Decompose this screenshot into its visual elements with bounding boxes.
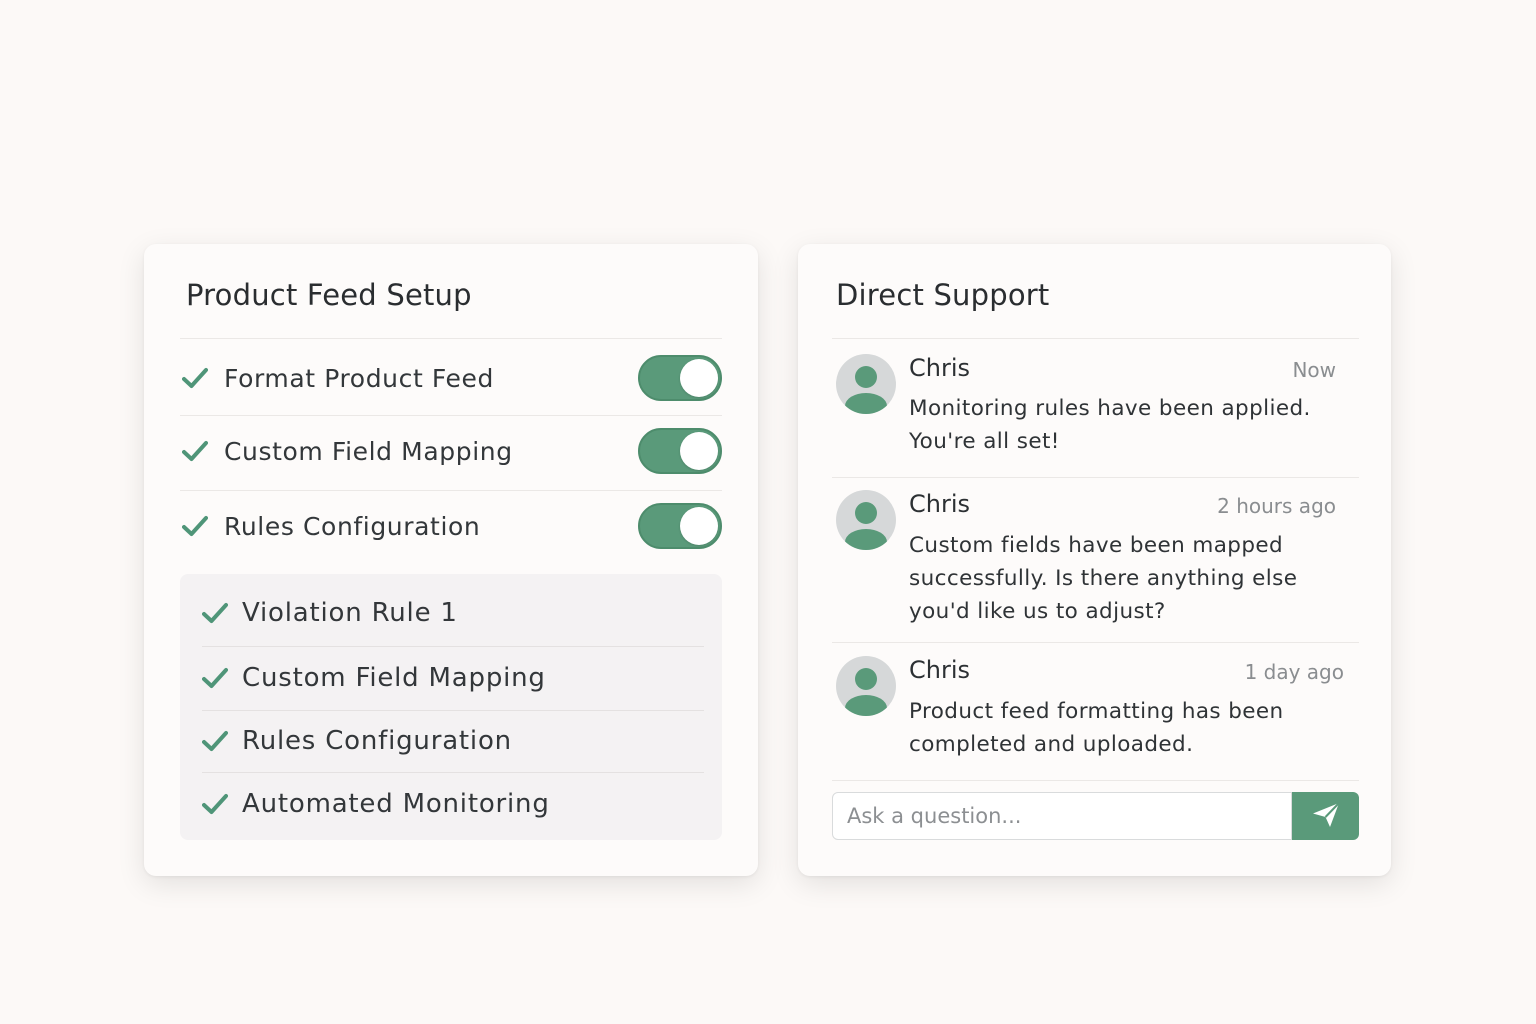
- divider: [832, 642, 1359, 643]
- message-sender: Chris: [909, 354, 971, 382]
- subitem-automated-monitoring: Automated Monitoring: [200, 773, 704, 835]
- setup-title: Product Feed Setup: [186, 278, 472, 312]
- check-icon: [180, 511, 210, 541]
- toggle-knob: [680, 432, 718, 470]
- divider: [832, 780, 1359, 781]
- user-avatar-icon: [836, 354, 896, 414]
- chat-message: Chris 1 day ago Product feed formatting …: [834, 656, 1358, 766]
- check-icon: [200, 598, 230, 628]
- message-time: 1 day ago: [1244, 660, 1344, 684]
- message-time: Now: [1292, 358, 1336, 382]
- question-input[interactable]: [833, 793, 1291, 839]
- check-icon: [180, 436, 210, 466]
- message-sender: Chris: [909, 490, 971, 518]
- message-sender: Chris: [909, 656, 971, 684]
- user-avatar-icon: [836, 490, 896, 550]
- subitem-rules-configuration: Rules Configuration: [200, 710, 704, 772]
- message-time: 2 hours ago: [1217, 494, 1336, 518]
- custom-field-mapping-toggle[interactable]: [638, 428, 722, 474]
- subitem-label: Automated Monitoring: [242, 789, 550, 819]
- subitem-label: Rules Configuration: [242, 726, 512, 756]
- message-text: Custom fields have been mapped successfu…: [909, 533, 1298, 624]
- setup-item-label: Format Product Feed: [224, 363, 494, 393]
- divider: [180, 338, 722, 339]
- setup-item-label: Rules Configuration: [224, 511, 481, 541]
- chat-message: Chris 2 hours ago Custom fields have bee…: [834, 490, 1358, 630]
- divider: [832, 338, 1359, 339]
- check-icon: [200, 726, 230, 756]
- direct-support-card: Direct Support Chris Now Monitoring rule…: [798, 244, 1391, 876]
- toggle-knob: [680, 507, 718, 545]
- setup-item-custom-field-mapping: Custom Field Mapping: [180, 414, 722, 488]
- setup-item-label: Custom Field Mapping: [224, 436, 513, 466]
- chat-message: Chris Now Monitoring rules have been app…: [834, 354, 1358, 464]
- user-avatar-icon: [836, 656, 896, 716]
- subitem-violation-rule-1: Violation Rule 1: [200, 582, 704, 644]
- message-text: Product feed formatting has been complet…: [909, 699, 1284, 757]
- toggle-knob: [680, 359, 718, 397]
- check-icon: [200, 663, 230, 693]
- check-icon: [180, 363, 210, 393]
- check-icon: [200, 789, 230, 819]
- setup-item-format-product-feed: Format Product Feed: [180, 341, 722, 415]
- format-product-feed-toggle[interactable]: [638, 355, 722, 401]
- rules-subpanel: Violation Rule 1 Custom Field Mapping Ru…: [180, 574, 722, 840]
- rules-configuration-toggle[interactable]: [638, 503, 722, 549]
- subitem-label: Custom Field Mapping: [242, 663, 546, 693]
- subitem-custom-field-mapping: Custom Field Mapping: [200, 647, 704, 709]
- paper-plane-icon: [1311, 801, 1341, 832]
- question-input-wrapper: [832, 792, 1292, 840]
- setup-item-rules-configuration: Rules Configuration: [180, 489, 722, 563]
- support-title: Direct Support: [836, 278, 1050, 312]
- send-button[interactable]: [1292, 792, 1359, 840]
- message-text: Monitoring rules have been applied. You'…: [909, 396, 1311, 454]
- subitem-label: Violation Rule 1: [242, 598, 458, 628]
- product-feed-setup-card: Product Feed Setup Format Product Feed C…: [144, 244, 758, 876]
- divider: [832, 477, 1359, 478]
